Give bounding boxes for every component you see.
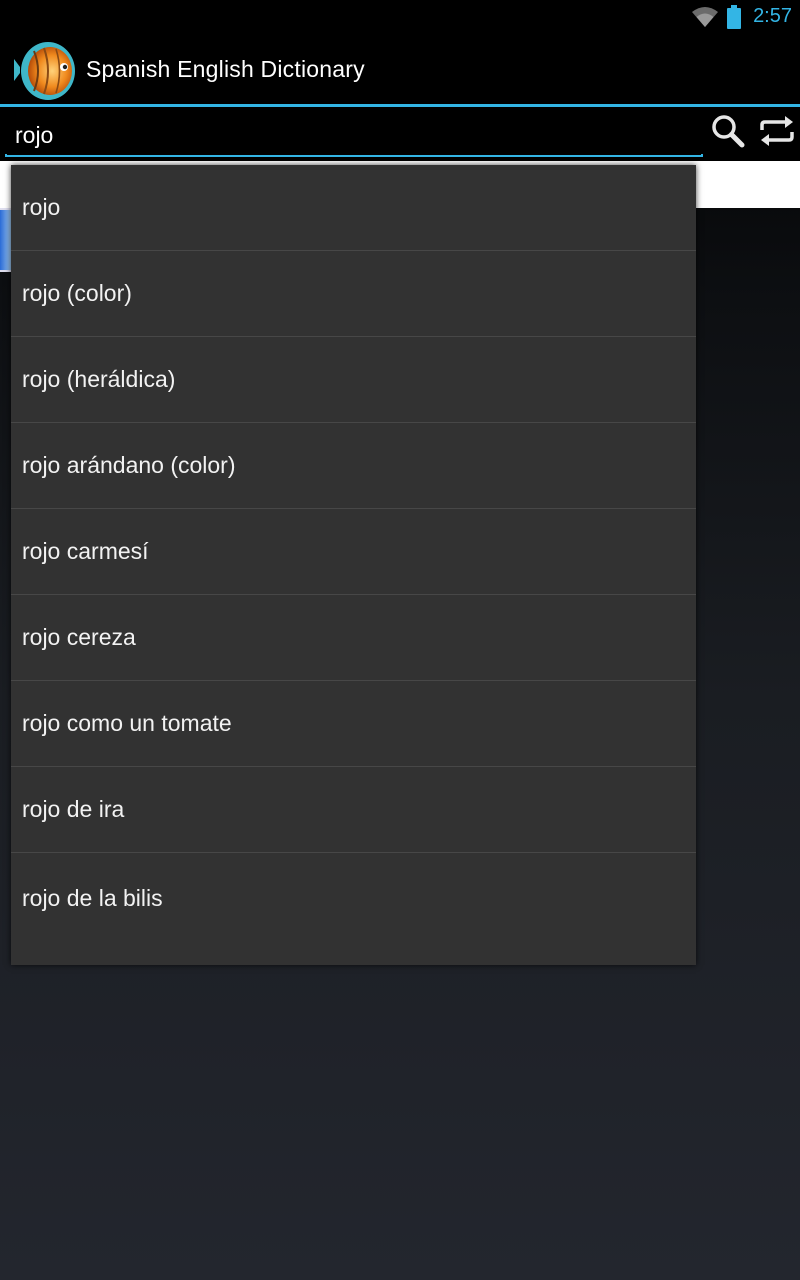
suggestion-item[interactable]: rojo (11, 165, 696, 251)
search-underline (5, 154, 703, 157)
content-thumbnail (0, 208, 11, 272)
search-input[interactable] (5, 111, 703, 159)
suggestion-item[interactable]: rojo como un tomate (11, 681, 696, 767)
wifi-icon (692, 6, 719, 27)
swap-direction-icon[interactable] (758, 113, 796, 149)
suggestion-item[interactable]: rojo carmesí (11, 509, 696, 595)
suggestion-item[interactable]: rojo arándano (color) (11, 423, 696, 509)
action-bar: Spanish English Dictionary (0, 33, 800, 105)
app-title: Spanish English Dictionary (86, 55, 365, 82)
suggestion-item[interactable]: rojo de ira (11, 767, 696, 853)
suggestion-dropdown: rojo rojo (color) rojo (heráldica) rojo … (11, 165, 696, 965)
suggestion-item[interactable]: rojo de la bilis (11, 853, 696, 943)
fish-app-icon[interactable] (14, 37, 78, 101)
suggestion-item[interactable]: rojo cereza (11, 595, 696, 681)
status-bar: 2:57 (0, 0, 800, 33)
app-screen: 2:57 Spanish English Dictionary rojo roj… (0, 0, 800, 1280)
suggestion-item[interactable]: rojo (heráldica) (11, 337, 696, 423)
search-row (0, 107, 800, 161)
status-clock: 2:57 (753, 5, 792, 27)
suggestion-item[interactable]: rojo (color) (11, 251, 696, 337)
search-icon[interactable] (710, 113, 746, 149)
battery-icon (727, 4, 742, 29)
